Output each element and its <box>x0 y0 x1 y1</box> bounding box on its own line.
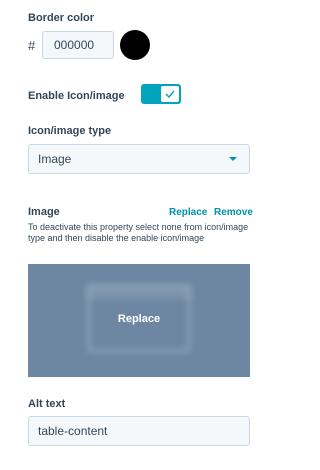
enable-icon-toggle[interactable] <box>141 84 181 104</box>
remove-link[interactable]: Remove <box>214 207 253 218</box>
check-icon <box>165 90 175 98</box>
border-color-label: Border color <box>28 12 95 24</box>
icon-type-value: Image <box>38 152 72 166</box>
border-color-swatch[interactable] <box>120 30 150 60</box>
icon-type-select[interactable]: Image <box>28 144 250 174</box>
border-color-hex-input[interactable]: 000000 <box>42 31 114 59</box>
image-help-text: To deactivate this property select none … <box>28 222 249 243</box>
toggle-knob <box>161 86 179 102</box>
hash-symbol: # <box>28 38 36 53</box>
properties-panel: Border color # 000000 Enable Icon/image … <box>0 0 282 470</box>
preview-replace-label: Replace <box>117 313 161 325</box>
image-preview[interactable]: Replace <box>28 264 250 377</box>
image-label: Image <box>28 206 60 218</box>
chevron-down-icon <box>229 157 237 161</box>
alt-text-label: Alt text <box>28 398 66 410</box>
icon-type-label: Icon/image type <box>28 125 112 137</box>
replace-link[interactable]: Replace <box>169 207 207 218</box>
alt-text-input[interactable]: table-content <box>28 416 250 446</box>
enable-icon-label: Enable Icon/image <box>28 90 125 102</box>
